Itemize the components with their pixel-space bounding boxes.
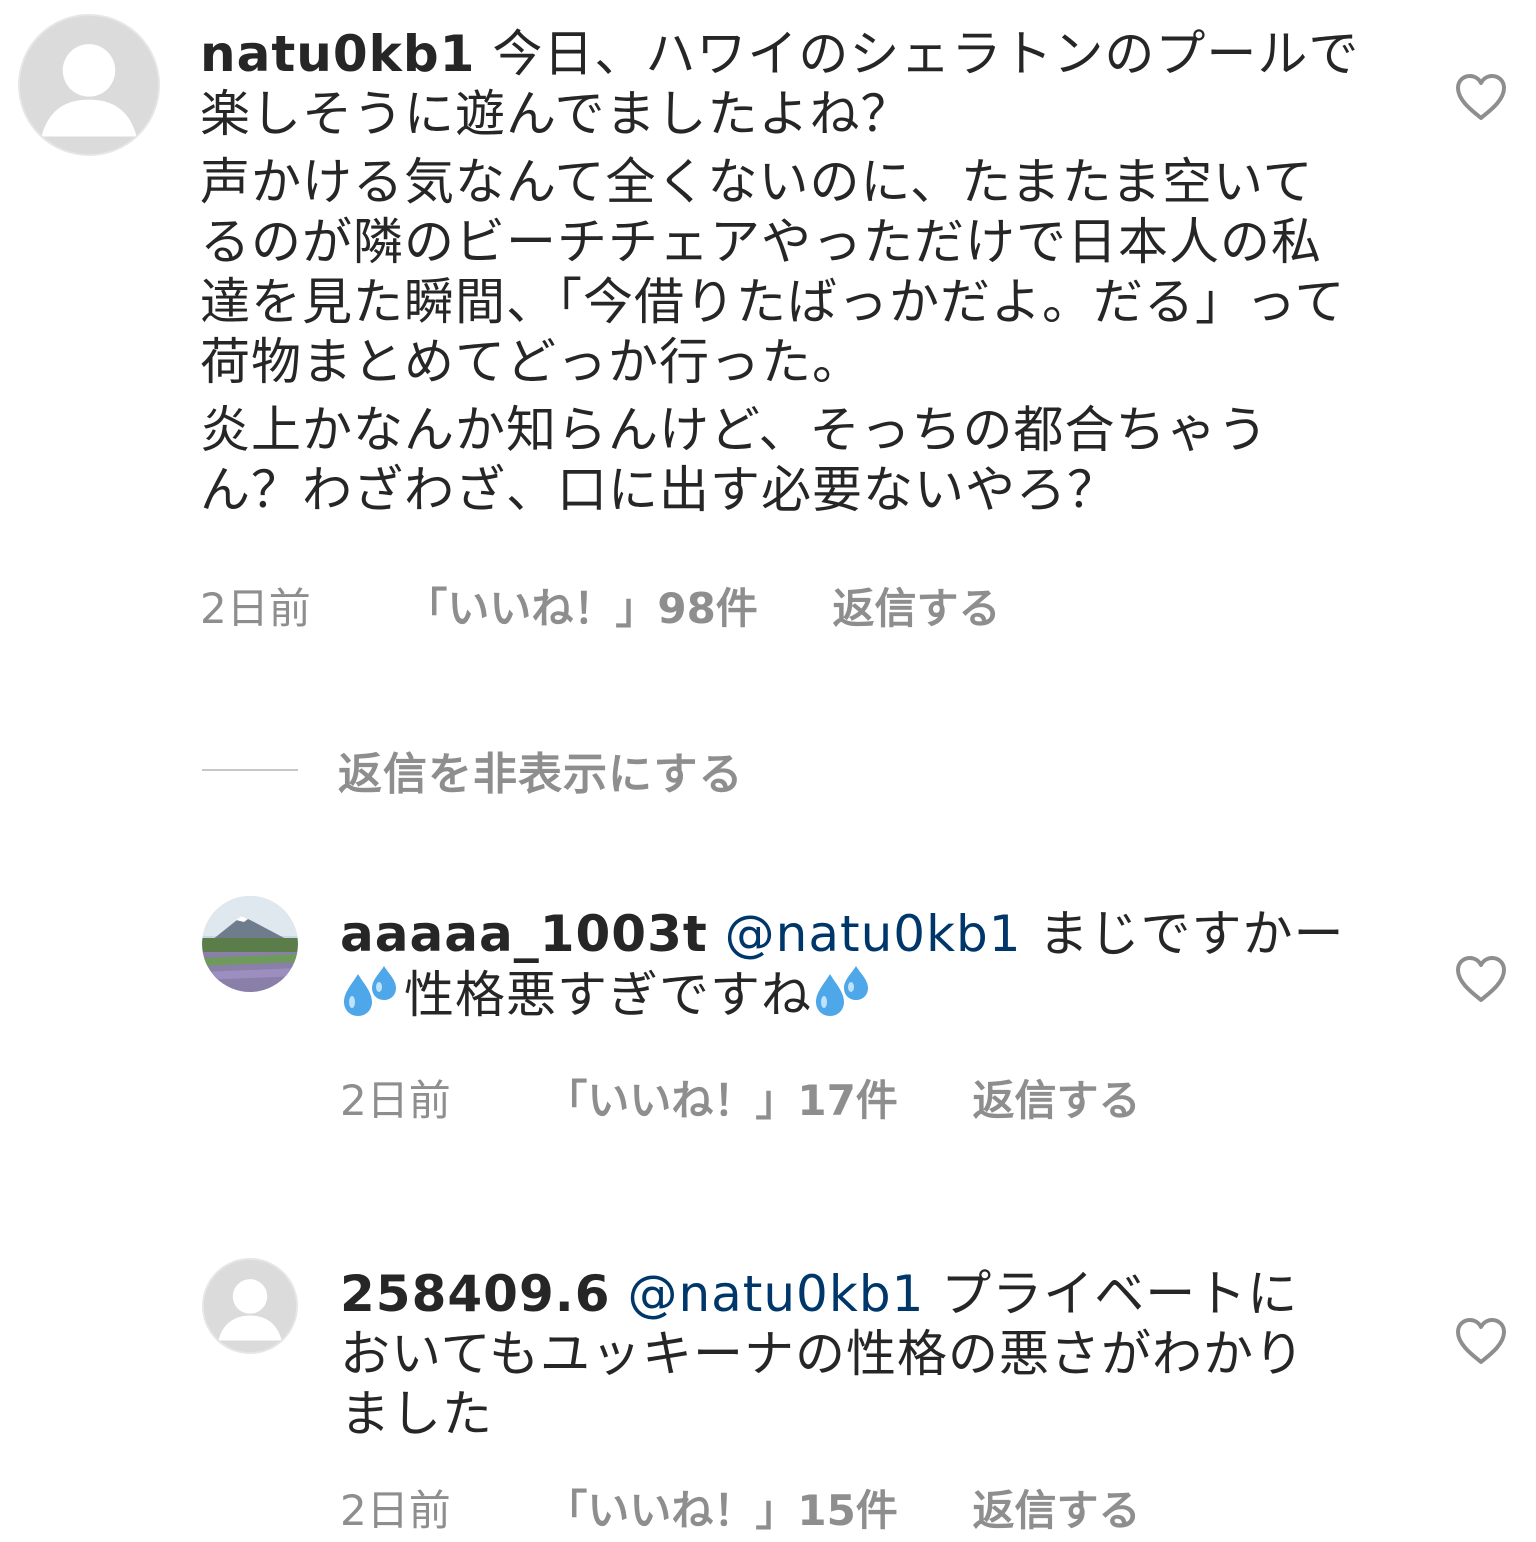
comment-meta: 2日前 「いいね！」17件 返信する xyxy=(340,1076,1140,1126)
commenter-avatar[interactable] xyxy=(18,14,160,156)
comment-meta: 2日前 「いいね！」15件 返信する xyxy=(340,1486,1140,1536)
like-count-link[interactable]: 「いいね！」15件 xyxy=(545,1486,897,1536)
comment-time: 2日前 xyxy=(340,1076,451,1125)
reply-button[interactable]: 返信する xyxy=(972,1486,1140,1536)
comment-text: 258409.6 @natu0kb1 プライベートにおいてもユッキーナの性格の悪… xyxy=(340,1264,1340,1444)
commenter-avatar[interactable] xyxy=(202,1258,298,1354)
comment-line: 性格悪すぎですね xyxy=(404,966,812,1024)
comment-username[interactable]: natu0kb1 xyxy=(200,25,475,83)
hide-replies-button[interactable]: 返信を非表示にする xyxy=(202,740,743,800)
heart-outline-icon xyxy=(1456,956,1506,1002)
comment-time: 2日前 xyxy=(200,584,311,633)
comment-username[interactable]: aaaaa_1003t xyxy=(340,905,708,963)
mention-link[interactable]: @natu0kb1 xyxy=(627,1265,924,1323)
divider-line xyxy=(202,769,298,771)
comment-text: natu0kb1 今日、ハワイのシェラトンのプールで楽しそうに遊んでましたよね？… xyxy=(200,24,1360,520)
reply-button[interactable]: 返信する xyxy=(832,584,1000,634)
comment-text: aaaaa_1003t @natu0kb1 まじですかー 性格悪すぎですね xyxy=(340,904,1360,1025)
sweat-droplets-emoji xyxy=(340,964,404,1020)
like-comment-button[interactable] xyxy=(1454,954,1508,1004)
sweat-droplets-emoji xyxy=(812,964,876,1020)
like-count-link[interactable]: 「いいね！」98件 xyxy=(405,584,757,634)
like-comment-button[interactable] xyxy=(1454,72,1508,122)
default-avatar-icon xyxy=(20,16,158,154)
hide-replies-label: 返信を非表示にする xyxy=(338,749,744,800)
comment-meta: 2日前 「いいね！」98件 返信する xyxy=(200,584,1000,634)
comment-username[interactable]: 258409.6 xyxy=(340,1265,611,1323)
comment-line: まじですかー xyxy=(1038,905,1345,963)
heart-outline-icon xyxy=(1456,74,1506,120)
commenter-avatar[interactable] xyxy=(202,896,298,992)
comment-line: 炎上かなんか知らんけど、そっちの都合ちゃうん？わざわざ、口に出す必要ないやろ？ xyxy=(200,401,1269,519)
default-avatar-icon xyxy=(204,1260,296,1352)
like-count-link[interactable]: 「いいね！」17件 xyxy=(545,1076,897,1126)
like-comment-button[interactable] xyxy=(1454,1316,1508,1366)
comment-line: 声かける気なんて全くないのに、たまたま空いてるのが隣のビーチチェアやっただけで日… xyxy=(200,153,1346,391)
heart-outline-icon xyxy=(1456,1318,1506,1364)
reply-button[interactable]: 返信する xyxy=(972,1076,1140,1126)
mention-link[interactable]: @natu0kb1 xyxy=(725,905,1022,963)
landscape-photo-avatar xyxy=(202,896,298,992)
comment-time: 2日前 xyxy=(340,1486,451,1535)
